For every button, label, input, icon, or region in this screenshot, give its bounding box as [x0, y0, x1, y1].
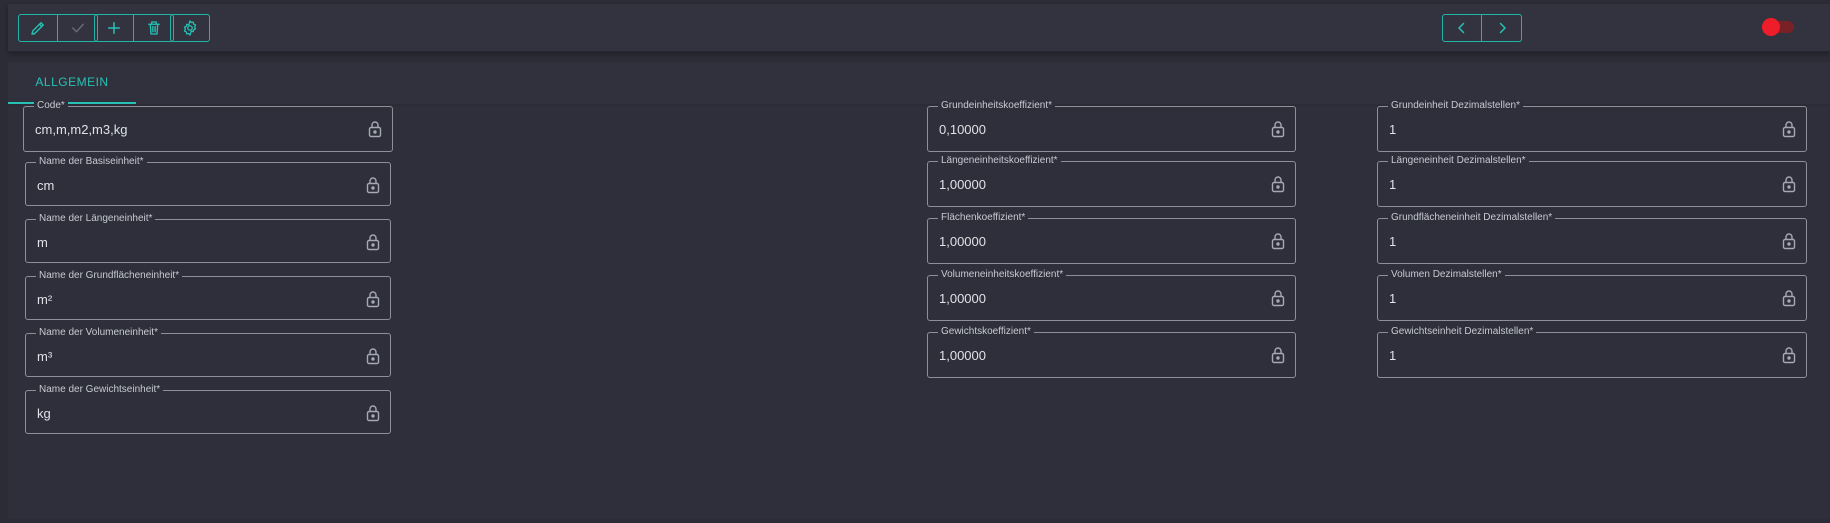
length-unit-name-value: m	[37, 235, 48, 250]
lock-icon	[366, 291, 380, 308]
confirm-button[interactable]	[58, 14, 98, 42]
area-decimals-field[interactable]: Grundflächeneinheit Dezimalstellen* 1	[1377, 212, 1807, 264]
lock-icon	[366, 177, 380, 194]
weight-decimals-value: 1	[1389, 348, 1397, 363]
base-coefficient-value: 0,10000	[939, 122, 986, 137]
base-unit-name-field[interactable]: Name der Basiseinheit* cm	[25, 156, 391, 206]
area-decimals-value: 1	[1389, 234, 1397, 249]
record-navigation	[1442, 14, 1522, 42]
delete-button[interactable]	[134, 14, 174, 42]
chevron-right-icon	[1499, 22, 1506, 34]
settings-button-group	[170, 14, 210, 42]
base-coefficient-field[interactable]: Grundeinheitskoeffizient* 0,10000	[927, 100, 1296, 152]
volume-coefficient-field[interactable]: Volumeneinheitskoeffizient* 1,00000	[927, 269, 1296, 321]
weight-unit-name-label: Name der Gewichtseinheit*	[36, 384, 164, 396]
weight-decimals-label: Gewichtseinheit Dezimalstellen*	[1388, 326, 1537, 338]
lock-icon	[368, 121, 382, 138]
weight-unit-name-field[interactable]: Name der Gewichtseinheit* kg	[25, 384, 391, 434]
length-unit-name-field[interactable]: Name der Längeneinheit* m	[25, 213, 391, 263]
volume-decimals-field[interactable]: Volumen Dezimalstellen* 1	[1377, 269, 1807, 321]
toggle-knob	[1762, 18, 1780, 36]
area-coefficient-field[interactable]: Flächenkoeffizient* 1,00000	[927, 212, 1296, 264]
weight-decimals-field[interactable]: Gewichtseinheit Dezimalstellen* 1	[1377, 326, 1807, 378]
volume-unit-name-field[interactable]: Name der Volumeneinheit* m³	[25, 327, 391, 377]
length-decimals-label: Längeneinheit Dezimalstellen*	[1388, 155, 1529, 167]
check-icon	[71, 23, 84, 33]
next-button[interactable]	[1482, 14, 1522, 42]
code-value: cm,m,m2,m3,kg	[35, 122, 128, 137]
length-coefficient-label: Längeneinheitskoeffizient*	[938, 155, 1061, 167]
volume-coefficient-value: 1,00000	[939, 291, 986, 306]
base-decimals-label: Grundeinheit Dezimalstellen*	[1388, 100, 1523, 112]
lock-icon	[1782, 233, 1796, 250]
lock-icon	[1271, 121, 1285, 138]
base-unit-name-value: cm	[37, 178, 55, 193]
length-decimals-field[interactable]: Längeneinheit Dezimalstellen* 1	[1377, 155, 1807, 207]
code-label: Code*	[34, 100, 68, 112]
volume-decimals-value: 1	[1389, 291, 1397, 306]
add-button[interactable]	[94, 14, 134, 42]
lock-icon	[1782, 121, 1796, 138]
lock-icon	[366, 348, 380, 365]
volume-decimals-label: Volumen Dezimalstellen*	[1388, 269, 1505, 281]
pencil-icon	[31, 22, 44, 35]
length-coefficient-field[interactable]: Längeneinheitskoeffizient* 1,00000	[927, 155, 1296, 207]
area-unit-name-field[interactable]: Name der Grundflächeneinheit* m²	[25, 270, 391, 320]
length-coefficient-value: 1,00000	[939, 177, 986, 192]
volume-unit-name-label: Name der Volumeneinheit*	[36, 327, 161, 339]
base-unit-name-label: Name der Basiseinheit*	[36, 156, 147, 168]
lock-icon	[1271, 290, 1285, 307]
status-toggle[interactable]	[1762, 18, 1794, 36]
tab-allgemein[interactable]: ALLGEMEIN	[8, 62, 136, 104]
base-decimals-value: 1	[1389, 122, 1397, 137]
form-content: Code* cm,m,m2,m3,kg Name der Basiseinhei…	[8, 100, 1830, 519]
volume-coefficient-label: Volumeneinheitskoeffizient*	[938, 269, 1067, 281]
area-decimals-label: Grundflächeneinheit Dezimalstellen*	[1388, 212, 1556, 224]
base-decimals-field[interactable]: Grundeinheit Dezimalstellen* 1	[1377, 100, 1807, 152]
length-unit-name-label: Name der Längeneinheit*	[36, 213, 156, 225]
edit-button-group	[18, 14, 98, 42]
weight-coefficient-label: Gewichtskoeffizient*	[938, 326, 1034, 338]
lock-icon	[366, 234, 380, 251]
weight-coefficient-value: 1,00000	[939, 348, 986, 363]
toolbar	[8, 4, 1830, 52]
lock-icon	[1271, 176, 1285, 193]
volume-unit-name-value: m³	[37, 349, 53, 364]
edit-button[interactable]	[18, 14, 58, 42]
lock-icon	[1271, 233, 1285, 250]
lock-icon	[1782, 290, 1796, 307]
area-coefficient-label: Flächenkoeffizient*	[938, 212, 1029, 224]
lock-icon	[1782, 176, 1796, 193]
tab-bar: ALLGEMEIN	[8, 62, 1830, 104]
previous-button[interactable]	[1442, 14, 1482, 42]
lock-icon	[1782, 347, 1796, 364]
plus-icon	[108, 22, 120, 34]
lock-icon	[1271, 347, 1285, 364]
area-unit-name-label: Name der Grundflächeneinheit*	[36, 270, 183, 282]
length-decimals-value: 1	[1389, 177, 1397, 192]
add-delete-button-group	[94, 14, 174, 42]
chevron-left-icon	[1458, 22, 1465, 34]
trash-icon	[147, 21, 160, 35]
gear-icon	[183, 20, 197, 36]
area-unit-name-value: m²	[37, 292, 53, 307]
lock-icon	[366, 405, 380, 422]
weight-unit-name-value: kg	[37, 406, 51, 421]
area-coefficient-value: 1,00000	[939, 234, 986, 249]
base-coefficient-label: Grundeinheitskoeffizient*	[938, 100, 1055, 112]
settings-button[interactable]	[170, 14, 210, 42]
code-field[interactable]: Code* cm,m,m2,m3,kg	[23, 100, 393, 152]
weight-coefficient-field[interactable]: Gewichtskoeffizient* 1,00000	[927, 326, 1296, 378]
